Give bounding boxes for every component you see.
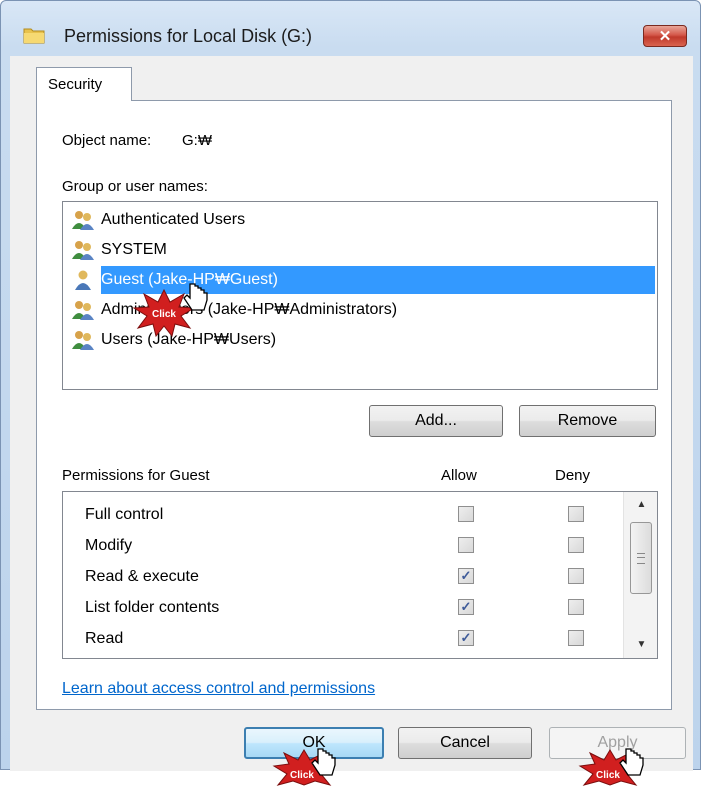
- folder-icon: [23, 28, 45, 44]
- window-title: Permissions for Local Disk (G:): [64, 26, 313, 46]
- deny-checkbox: [568, 537, 584, 553]
- permission-name: Read: [85, 630, 124, 647]
- user-name: Authenticated Users: [101, 211, 246, 228]
- permission-row: Read ✓: [63, 624, 623, 654]
- user-list-item[interactable]: SYSTEM: [71, 236, 167, 264]
- permission-name: Read & execute: [85, 568, 199, 585]
- permission-name: Full control: [85, 506, 164, 523]
- user-list-item[interactable]: Authenticated Users: [71, 206, 245, 234]
- permission-row: Modify: [63, 531, 623, 561]
- access-control-help-link[interactable]: Learn about access control and permissio…: [62, 680, 375, 698]
- cancel-button[interactable]: Cancel: [398, 727, 532, 759]
- permission-row: List folder contents ✓: [63, 593, 623, 623]
- permission-row: Read & execute ✓: [63, 562, 623, 592]
- user-icon: [71, 269, 95, 291]
- checkmark-icon: ✓: [460, 630, 472, 645]
- permissions-for-label: Permissions for Guest: [62, 467, 210, 484]
- hand-cursor-icon: [183, 283, 208, 311]
- object-name-value: G:₩: [182, 132, 212, 149]
- title-bar[interactable]: Permissions for Local Disk (G:) ✕: [1, 1, 700, 47]
- scroll-thumb[interactable]: [630, 522, 652, 594]
- close-button[interactable]: ✕: [643, 25, 687, 47]
- object-name-label: Object name:: [62, 132, 152, 149]
- allow-checkbox: ✓: [458, 599, 474, 615]
- checkmark-icon: ✓: [460, 568, 472, 583]
- checkmark-icon: ✓: [460, 599, 472, 614]
- vertical-scrollbar[interactable]: ▲ ▼: [623, 492, 657, 658]
- add-button[interactable]: Add...: [369, 405, 503, 437]
- group-users-icon: [71, 329, 95, 351]
- permission-row: Full control: [63, 500, 623, 530]
- deny-checkbox: [568, 568, 584, 584]
- permissions-list: Full control Modify Read & execute ✓ List fo…: [62, 491, 658, 659]
- tab-security[interactable]: Security: [36, 67, 132, 101]
- deny-checkbox: [568, 630, 584, 646]
- user-list-item[interactable]: Administrators (Jake-HP₩Administrators): [71, 296, 397, 324]
- click-marker-label: Click: [152, 309, 176, 320]
- allow-checkbox: ✓: [458, 630, 474, 646]
- allow-checkbox: ✓: [458, 568, 474, 584]
- allow-checkbox: [458, 537, 474, 553]
- deny-checkbox: [568, 506, 584, 522]
- permission-name: List folder contents: [85, 599, 220, 616]
- allow-checkbox: [458, 506, 474, 522]
- scroll-up-arrow-icon[interactable]: ▲: [624, 494, 657, 516]
- click-marker-label: Click: [596, 770, 620, 781]
- remove-button[interactable]: Remove: [519, 405, 656, 437]
- group-names-label: Group or user names:: [62, 178, 208, 195]
- group-users-icon: [71, 299, 95, 321]
- permission-name: Modify: [85, 537, 133, 554]
- group-users-icon: [71, 239, 95, 261]
- hand-cursor-icon: [619, 748, 644, 776]
- hand-cursor-icon: [311, 748, 336, 776]
- group-users-icon: [71, 209, 95, 231]
- scroll-down-arrow-icon[interactable]: ▼: [624, 634, 657, 656]
- user-name: SYSTEM: [101, 241, 167, 258]
- deny-checkbox: [568, 599, 584, 615]
- deny-column-header: Deny: [555, 467, 591, 484]
- allow-column-header: Allow: [441, 467, 477, 484]
